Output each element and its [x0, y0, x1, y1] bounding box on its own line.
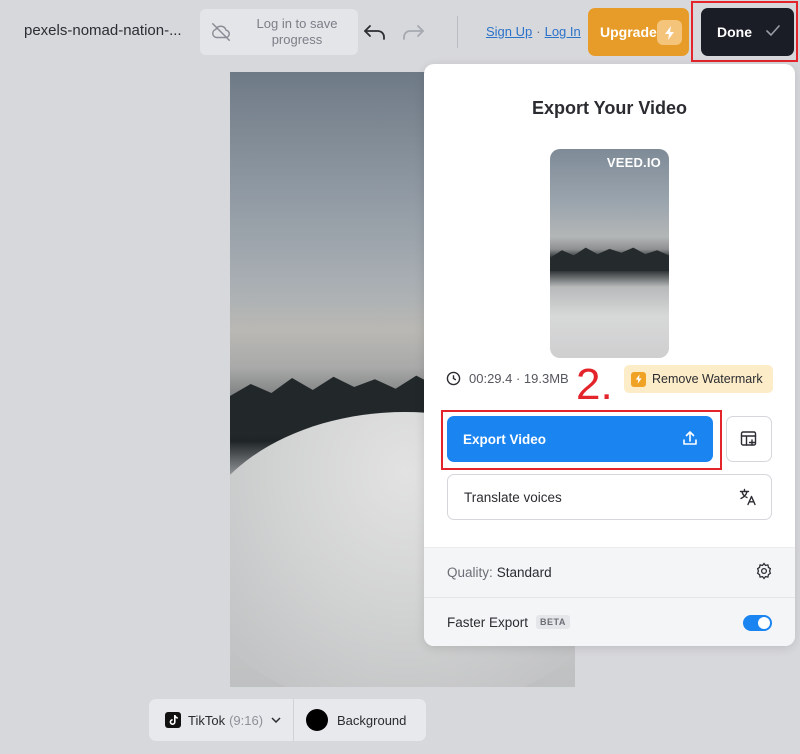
- login-to-save-label: Log in to save progress: [256, 16, 338, 47]
- cloud-off-icon: [212, 23, 230, 41]
- quality-setting[interactable]: Quality: Standard: [424, 547, 795, 597]
- beta-badge: BETA: [536, 615, 570, 629]
- video-thumbnail: VEED.IO: [550, 149, 669, 358]
- translate-voices-button[interactable]: Translate voices: [447, 474, 772, 520]
- redo-icon[interactable]: [400, 20, 426, 44]
- toolbar-divider: [457, 16, 458, 48]
- ratio-label: (9:16): [229, 712, 264, 728]
- project-filename[interactable]: pexels-nomad-nation-...: [24, 22, 182, 39]
- export-panel: Export Your Video VEED.IO 00:29.4 · 19.3…: [424, 64, 795, 646]
- undo-icon[interactable]: [362, 20, 388, 44]
- annotation-step-2: 2.: [576, 360, 613, 409]
- link-separator: ·: [536, 24, 541, 39]
- add-to-template-button[interactable]: [726, 416, 772, 462]
- faster-export-setting: Faster Export BETA: [424, 597, 795, 646]
- tiktok-icon: [165, 712, 181, 728]
- aspect-ratio-selector[interactable]: TikTok (9:16): [149, 699, 294, 741]
- platform-label: TikTok: [188, 712, 226, 728]
- upload-icon: [683, 431, 697, 445]
- toggle-knob: [758, 617, 770, 629]
- template-add-icon: [740, 431, 757, 446]
- faster-export-toggle[interactable]: [743, 615, 772, 631]
- translate-icon: [739, 488, 756, 506]
- gear-icon[interactable]: [755, 562, 773, 580]
- canvas-bottom-bar: TikTok (9:16) Background: [149, 699, 426, 741]
- sign-up-link[interactable]: Sign Up: [486, 24, 532, 39]
- auth-links: Sign Up · Log In: [486, 24, 581, 39]
- log-in-link[interactable]: Log In: [545, 24, 581, 39]
- upgrade-button[interactable]: Upgrade: [588, 8, 689, 56]
- check-icon: [766, 25, 780, 36]
- top-bar: pexels-nomad-nation-... Log in to save p…: [0, 0, 800, 64]
- clock-icon: [446, 371, 461, 386]
- video-meta: 00:29.4 · 19.3MB: [446, 371, 569, 386]
- faster-export-label: Faster Export: [447, 614, 529, 630]
- done-label: Done: [717, 24, 752, 40]
- login-to-save-button[interactable]: Log in to save progress: [200, 9, 358, 55]
- chevron-down-icon: [271, 717, 281, 723]
- done-button[interactable]: Done: [701, 8, 794, 56]
- quality-value: Standard: [496, 565, 552, 580]
- thumbnail-treeline: [550, 247, 669, 271]
- background-color-swatch: [306, 709, 328, 731]
- bolt-icon: [657, 20, 682, 45]
- bolt-icon: [631, 371, 646, 387]
- remove-watermark-label: Remove Watermark: [652, 372, 763, 386]
- export-video-button[interactable]: Export Video: [447, 416, 713, 462]
- panel-title: Export Your Video: [531, 98, 688, 118]
- translate-voices-label: Translate voices: [464, 489, 562, 505]
- upgrade-label: Upgrade: [600, 24, 657, 40]
- background-label: Background: [337, 712, 407, 728]
- duration-size: 00:29.4 · 19.3MB: [469, 371, 569, 386]
- remove-watermark-button[interactable]: Remove Watermark: [624, 365, 773, 393]
- watermark-label: VEED.IO: [606, 155, 661, 170]
- export-video-label: Export Video: [463, 431, 547, 447]
- background-button[interactable]: Background: [294, 709, 406, 731]
- quality-label: Quality:: [447, 565, 493, 580]
